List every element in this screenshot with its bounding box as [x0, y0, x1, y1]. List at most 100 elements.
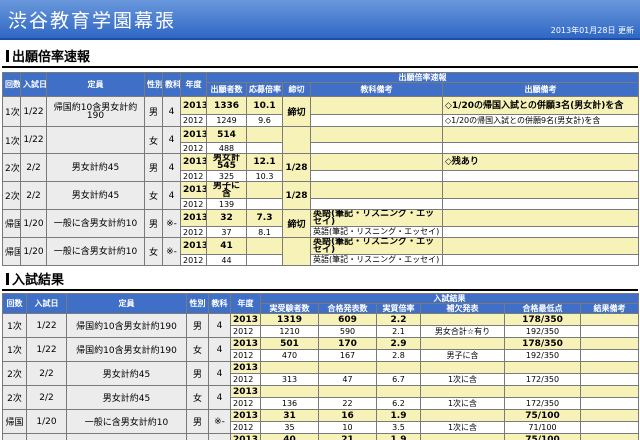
waitlist-2012: 1次に含 — [420, 421, 505, 434]
capacity: 一般に含男女計約10 — [46, 209, 145, 238]
ratio-2013 — [246, 181, 283, 199]
col-kyouka: 教科 — [162, 72, 181, 97]
ratio-2012 — [246, 142, 283, 154]
subject-note-2012: 英語(筆記・リスニング・エッセイ) — [310, 226, 443, 238]
application-note-2012 — [441, 142, 640, 154]
year-2013: 2013 — [230, 409, 261, 422]
examinees-2013: 31 — [260, 409, 319, 422]
result-note-2012 — [579, 373, 640, 386]
subjects: ※- — [162, 209, 181, 238]
col-subject-note: 教科備考 — [310, 82, 443, 97]
col-min-score: 合格最低点 — [504, 303, 581, 314]
table-row: 2次 2/2 男女計約45 女 4 2013 男子に含 1/28 — [2, 181, 640, 210]
exam-date: 1/22 — [20, 126, 47, 154]
waitlist-2013 — [420, 433, 505, 440]
gender: 女 — [144, 181, 163, 210]
application-note-2013: ◇残あり — [441, 153, 640, 171]
real-ratio-2013 — [376, 361, 421, 374]
col-nendo: 年度 — [230, 293, 261, 314]
min-score-2012: 172/350 — [504, 373, 581, 386]
real-ratio-2013: 1.9 — [376, 433, 421, 440]
examinees-2012: 313 — [260, 373, 319, 386]
applicants-2013: 41 — [206, 237, 247, 255]
min-score-2013: 178/350 — [504, 337, 581, 350]
col-real-ratio: 実質倍率 — [376, 303, 421, 314]
ratio-2013: 10.1 — [246, 96, 283, 115]
gender: 女 — [144, 126, 163, 154]
year-2013: 2013 — [180, 181, 207, 199]
ratio-2013 — [246, 237, 283, 255]
min-score-2012: 71/100 — [504, 421, 581, 434]
exam-round: 2次 — [2, 385, 27, 410]
year-2013: 2013 — [180, 96, 207, 115]
application-note-2012: ◇1/20の帰国入試との併願9名(男女計)を含 — [441, 114, 640, 127]
result-note-2013 — [579, 361, 640, 374]
gender: 男 — [186, 361, 209, 386]
gender: 女 — [186, 337, 209, 362]
gender: 女 — [186, 433, 209, 440]
subject-note-2013 — [310, 96, 443, 115]
application-note-2012 — [441, 170, 640, 182]
table-row: 帰国1/20一般に含男女計約10男※-2013327.3締切英語(筆記・リスニン… — [2, 209, 640, 238]
subject-note-2012 — [310, 198, 443, 210]
real-ratio-2012: 3.5 — [376, 421, 421, 434]
capacity: 帰国約10含男女計約190 — [46, 96, 145, 127]
result-note-2012 — [579, 349, 640, 362]
applicants-2012: 488 — [206, 142, 247, 154]
table-row: 2次 2/2 男女計約45 男 4 2013 — [2, 361, 640, 386]
applicants-2012: 139 — [206, 198, 247, 210]
col-sex: 性別 — [144, 72, 163, 97]
gender: 男 — [186, 409, 209, 434]
gender: 男 — [144, 153, 163, 182]
capacity — [46, 126, 145, 154]
real-ratio-2013: 2.2 — [376, 313, 421, 326]
subject-note-2012: 英語(筆記・リスニング・エッセイ) — [310, 254, 443, 266]
col-teiin: 定員 — [46, 72, 145, 97]
ratio-2013: 12.1 — [246, 153, 283, 171]
result-note-2013 — [579, 337, 640, 350]
gender: 女 — [144, 237, 163, 266]
col-deadline: 締切 — [282, 82, 311, 97]
table-row: 1次 1/22 女 4 2013 514 — [2, 126, 640, 154]
examinees-2013 — [260, 361, 319, 374]
min-score-2013: 75/100 — [504, 433, 581, 440]
col-date: 入試日 — [20, 72, 47, 97]
passed-2013 — [318, 361, 377, 374]
subjects: 4 — [208, 361, 231, 386]
applicants-2013: 男子に含 — [206, 181, 247, 199]
waitlist-2013 — [420, 337, 505, 350]
table-row: 帰国 1/20 一般に含男女計約10 男 ※- 2013 31 16 1.9 75/100 — [2, 409, 640, 434]
year-2012: 2012 — [180, 114, 207, 127]
subject-note-2013 — [310, 126, 443, 143]
year-2013: 2013 — [230, 337, 261, 350]
col-kai: 回数 — [2, 72, 21, 97]
year-2012: 2012 — [230, 397, 261, 410]
section-title-text: 入試結果 — [12, 273, 65, 288]
year-2012: 2012 — [180, 170, 207, 182]
subject-note-2013 — [310, 153, 443, 171]
passed-2013 — [318, 385, 377, 398]
ratio-2012 — [246, 254, 283, 266]
exam-date: 1/22 — [20, 96, 47, 127]
year-2012: 2012 — [230, 325, 261, 338]
gender: 男 — [144, 96, 163, 127]
subjects: 4 — [162, 126, 181, 154]
real-ratio-2012: 2.1 — [376, 325, 421, 338]
waitlist-2013 — [420, 385, 505, 398]
subjects: 4 — [162, 96, 181, 127]
year-2013: 2013 — [230, 313, 261, 326]
waitlist-2013 — [420, 361, 505, 374]
year-2012: 2012 — [180, 142, 207, 154]
capacity: 男女計約45 — [46, 153, 145, 182]
col-date: 入試日 — [26, 293, 67, 314]
exam-round: 帰国 — [2, 409, 27, 434]
real-ratio-2012: 6.2 — [376, 397, 421, 410]
capacity: 一般に含男女計約10 — [66, 409, 187, 434]
page-header: 渋谷教育学園幕張 2013年01月28日 更新 — [0, 0, 640, 40]
col-ratio: 応募倍率 — [246, 82, 283, 97]
ratio-2012 — [246, 198, 283, 210]
examinees-2012: 35 — [260, 421, 319, 434]
min-score-2012: 192/350 — [504, 325, 581, 338]
examinees-2013: 501 — [260, 337, 319, 350]
table-row: 1次 1/22 帰国約10含男女計約190 男 4 2013 1336 10.1 締切 ◇1/20… — [2, 96, 640, 127]
